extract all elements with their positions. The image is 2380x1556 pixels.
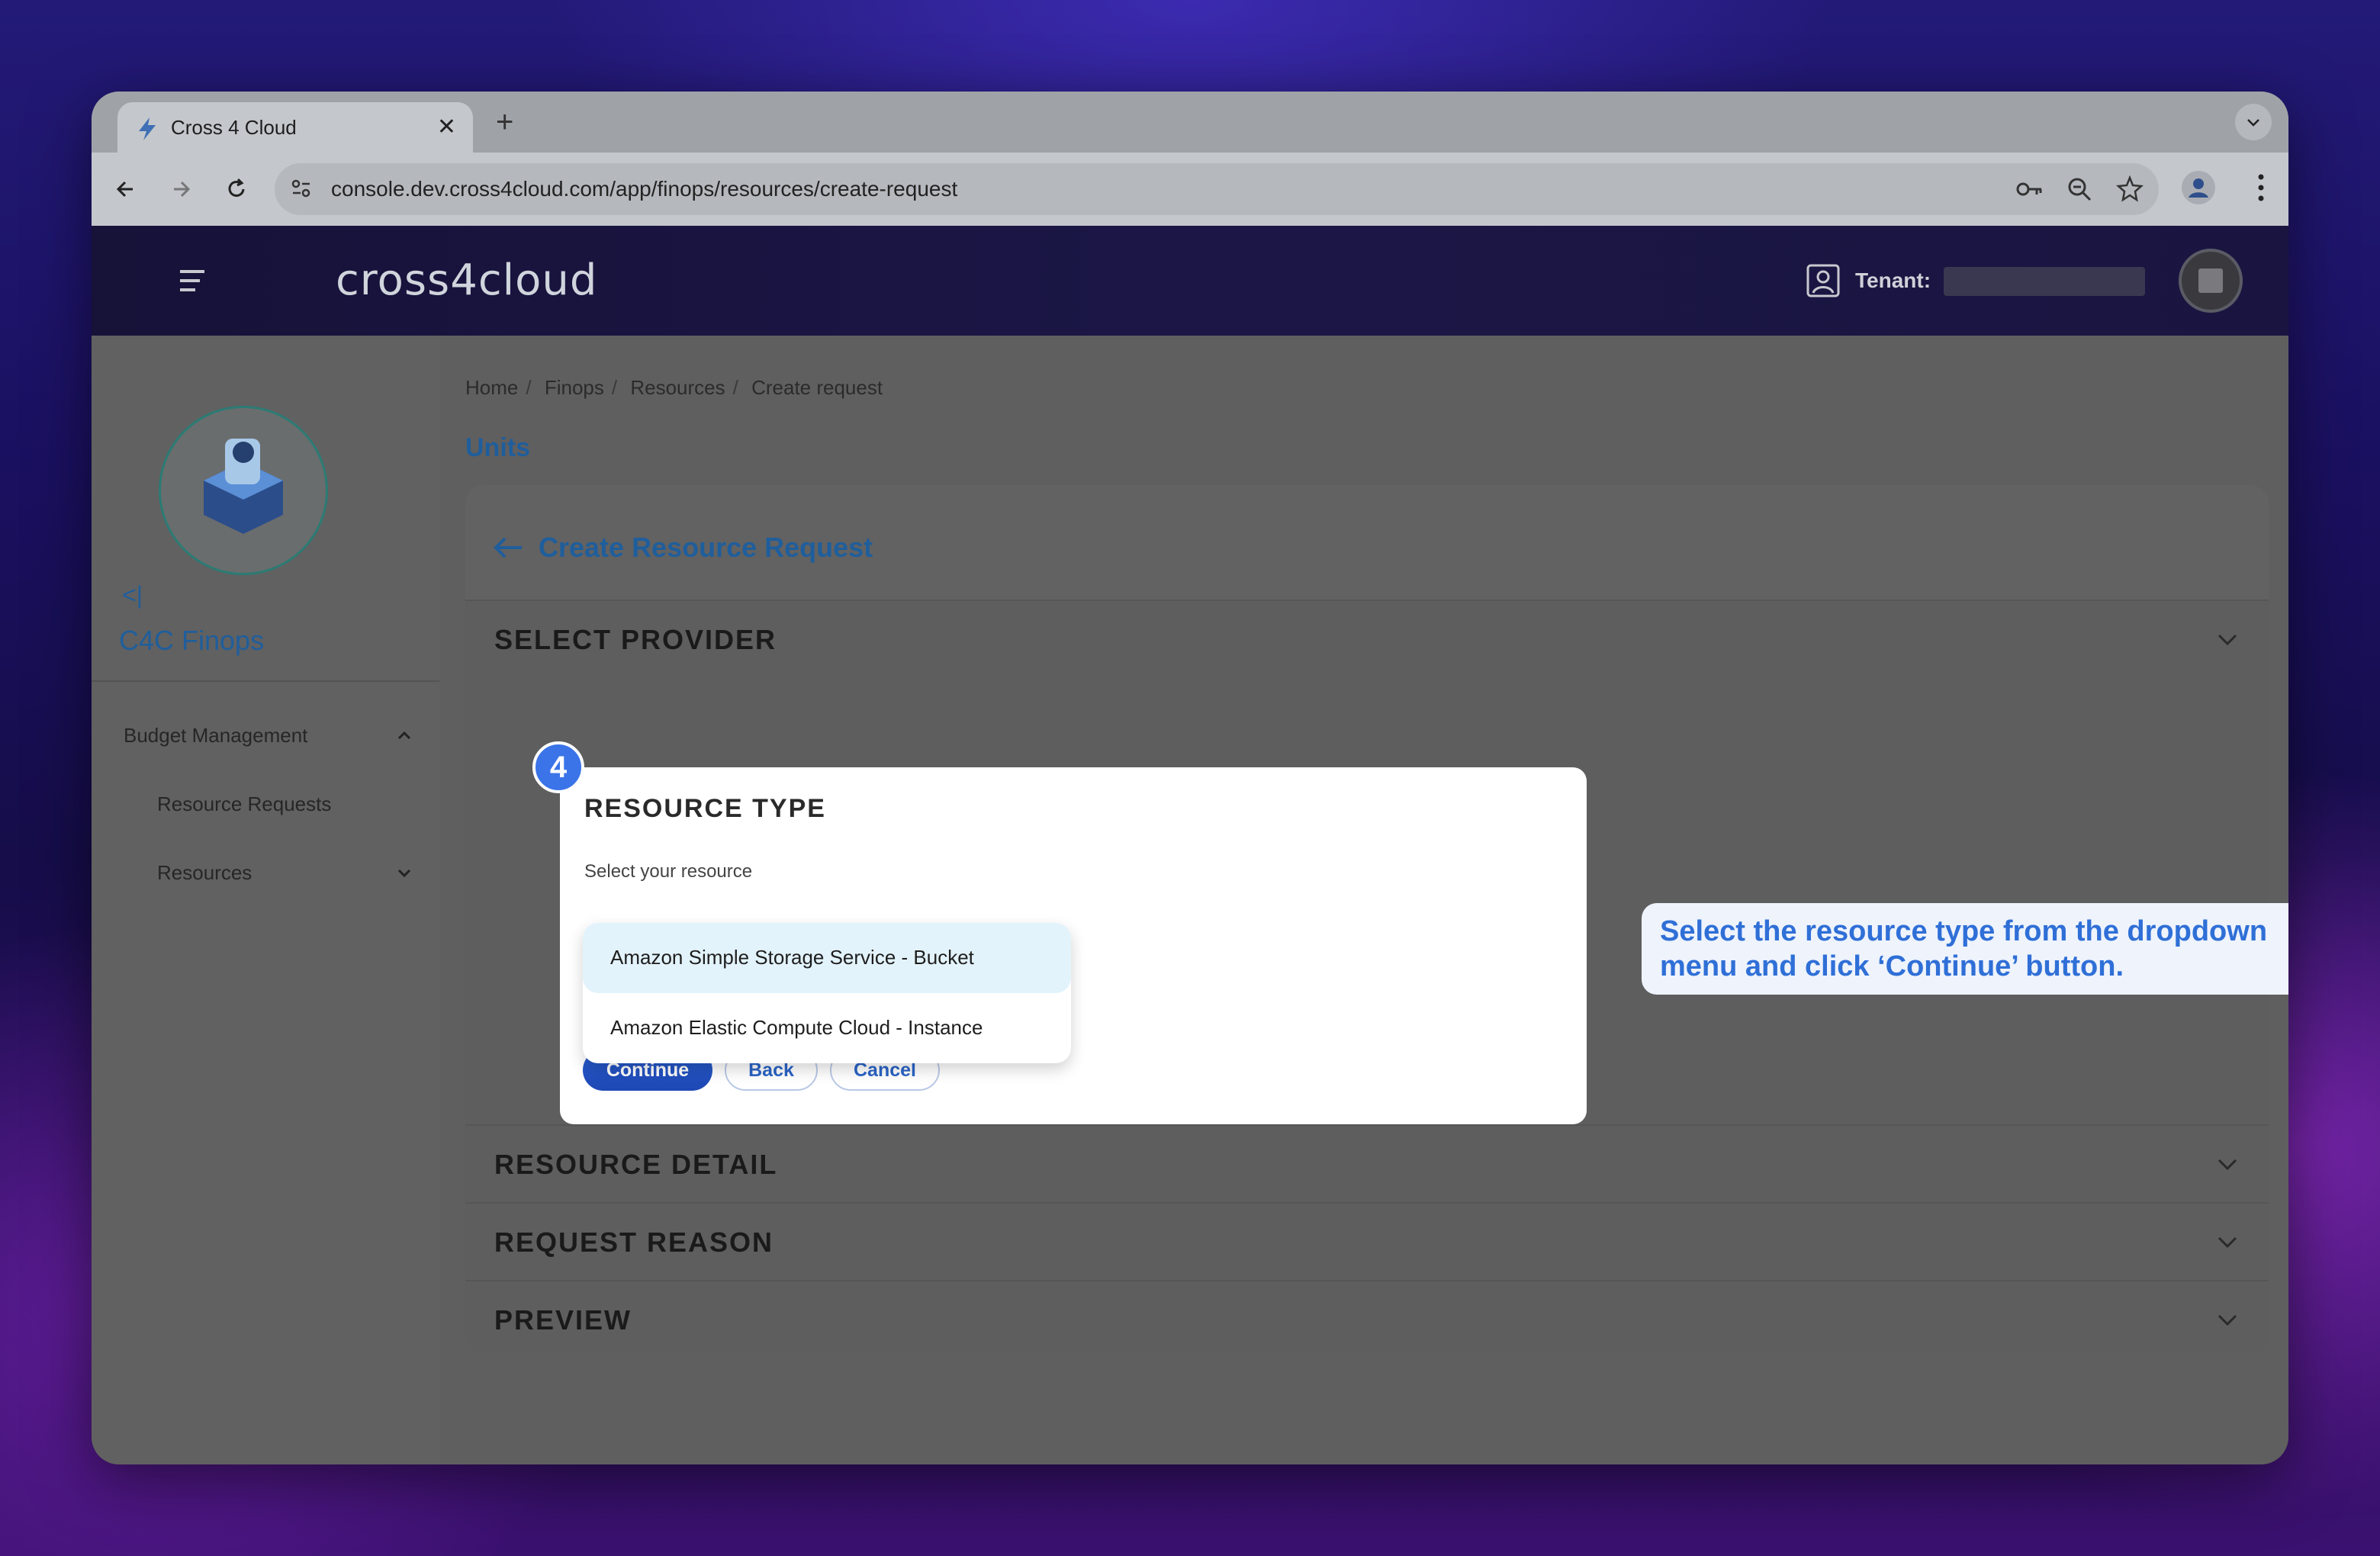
dropdown-option[interactable]: Amazon Simple Storage Service - Bucket: [583, 923, 1071, 993]
browser-toolbar: console.dev.cross4cloud.com/app/finops/r…: [92, 153, 2288, 226]
card-title: Create Resource Request: [539, 532, 873, 563]
breadcrumb: Home / Finops / Resources / Create request: [465, 376, 883, 399]
breadcrumb-create-request: Create request: [751, 376, 883, 399]
profile-icon[interactable]: [2182, 171, 2215, 204]
chevron-down-icon[interactable]: [2215, 1307, 2240, 1332]
section-request-reason[interactable]: REQUEST REASON: [465, 1202, 2269, 1278]
step-badge: 4: [532, 741, 584, 793]
resource-type-panel: RESOURCE TYPE Select your resource Conti…: [560, 767, 1587, 1124]
option-label: Amazon Elastic Compute Cloud - Instance: [610, 1016, 983, 1039]
back-icon[interactable]: [110, 172, 143, 206]
chevron-down-icon[interactable]: [395, 863, 413, 882]
section-label: SELECT PROVIDER: [494, 624, 777, 655]
address-bar[interactable]: console.dev.cross4cloud.com/app/finops/r…: [275, 163, 2159, 215]
star-icon[interactable]: [2116, 175, 2144, 203]
app-logo[interactable]: cross4cloud: [336, 253, 597, 308]
tenant-label: Tenant:: [1855, 268, 1931, 292]
sidebar-item-resources[interactable]: Resources: [157, 859, 252, 886]
app-illustration: [159, 406, 328, 575]
resource-dropdown-menu: Amazon Simple Storage Service - Bucket A…: [583, 923, 1071, 1063]
sidebar-app-name: C4C Finops: [119, 625, 265, 656]
close-icon[interactable]: ✕: [437, 113, 456, 142]
plus-icon[interactable]: +: [496, 105, 513, 139]
site-settings-icon[interactable]: [288, 175, 314, 201]
tutorial-callout: Select the resource type from the dropdo…: [1642, 903, 2288, 995]
sidebar-collapse-icon[interactable]: <|: [122, 580, 143, 610]
chevron-down-icon: [2247, 119, 2259, 127]
dropdown-option[interactable]: Amazon Elastic Compute Cloud - Instance: [583, 993, 1071, 1063]
arrow-left-icon[interactable]: [491, 532, 525, 563]
breadcrumb-home[interactable]: Home: [465, 376, 518, 399]
tab-search-button[interactable]: [2235, 104, 2272, 140]
key-icon[interactable]: [2015, 175, 2044, 203]
chevron-down-icon[interactable]: [2215, 1230, 2240, 1254]
option-label: Amazon Simple Storage Service - Bucket: [610, 946, 974, 969]
chevron-down-icon[interactable]: [2215, 627, 2240, 651]
tenant-selector[interactable]: [1944, 267, 2145, 296]
sidebar-item-budget-management[interactable]: Budget Management: [124, 722, 307, 749]
divider: [92, 680, 439, 682]
resource-select-label: Select your resource: [584, 861, 753, 882]
reload-icon[interactable]: [220, 172, 253, 206]
forward-icon[interactable]: [165, 172, 198, 206]
avatar-placeholder: [2198, 268, 2223, 293]
breadcrumb-finops[interactable]: Finops: [545, 376, 604, 399]
page-title: Units: [465, 433, 530, 462]
browser-tab[interactable]: Cross 4 Cloud ✕: [117, 102, 473, 153]
section-label: RESOURCE TYPE: [584, 794, 826, 823]
section-select-provider[interactable]: SELECT PROVIDER: [465, 600, 2269, 676]
chevron-down-icon[interactable]: [2215, 1152, 2240, 1176]
app-header: cross4cloud Tenant:: [92, 226, 2288, 336]
callout-text: Select the resource type from the dropdo…: [1660, 915, 2268, 982]
browser-window: Cross 4 Cloud ✕ + console.dev.cross4clou…: [92, 92, 2288, 1464]
url-text: console.dev.cross4cloud.com/app/finops/r…: [331, 177, 958, 201]
breadcrumb-resources[interactable]: Resources: [630, 376, 725, 399]
tab-logo-icon: [139, 117, 156, 140]
section-resource-detail[interactable]: RESOURCE DETAIL: [465, 1124, 2269, 1201]
tab-title: Cross 4 Cloud: [171, 116, 297, 139]
sidebar: <| C4C Finops Budget Management Resource…: [92, 336, 439, 1464]
zoom-icon[interactable]: [2066, 175, 2093, 203]
tenant-icon: [1806, 264, 1840, 297]
chevron-up-icon[interactable]: [395, 726, 413, 744]
kebab-icon[interactable]: [2256, 172, 2266, 203]
user-avatar[interactable]: [2179, 249, 2243, 313]
section-label: PREVIEW: [494, 1304, 632, 1336]
sidebar-item-resource-requests[interactable]: Resource Requests: [157, 790, 331, 818]
section-label: REQUEST REASON: [494, 1226, 774, 1258]
section-preview[interactable]: PREVIEW: [465, 1280, 2269, 1353]
section-label: RESOURCE DETAIL: [494, 1149, 778, 1180]
tab-strip: Cross 4 Cloud ✕ +: [92, 92, 2288, 153]
hamburger-icon[interactable]: [177, 265, 207, 296]
